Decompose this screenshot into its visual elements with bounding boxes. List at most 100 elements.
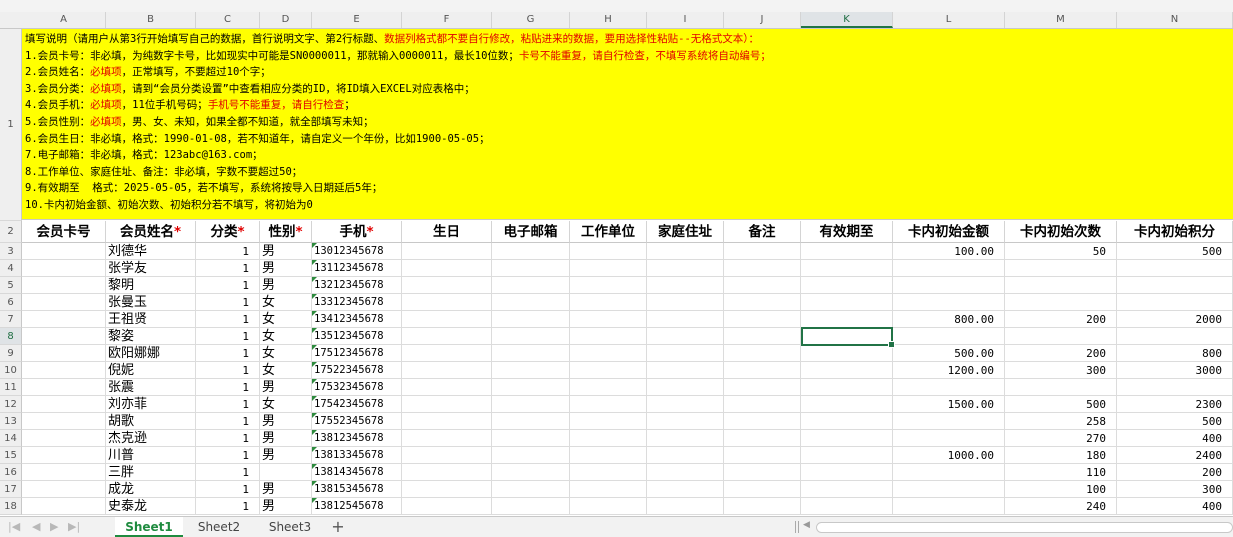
cell-init-amount[interactable]	[893, 464, 1005, 481]
cell-init-amount[interactable]: 1000.00	[893, 447, 1005, 464]
cell-category[interactable]: 1	[196, 481, 260, 498]
cell-j[interactable]	[724, 294, 801, 311]
cell-category[interactable]: 1	[196, 362, 260, 379]
header-remark[interactable]: 备注	[724, 221, 801, 243]
cell-init-points[interactable]	[1117, 328, 1233, 345]
row-header-2[interactable]: 2	[0, 221, 22, 243]
cell-init-points[interactable]: 3000	[1117, 362, 1233, 379]
cell-a[interactable]	[22, 481, 106, 498]
cell-k[interactable]	[801, 464, 893, 481]
cell-category[interactable]: 1	[196, 294, 260, 311]
row-header-6[interactable]: 6	[0, 294, 22, 311]
cell-name[interactable]: 成龙	[106, 481, 196, 498]
cell-init-points[interactable]: 800	[1117, 345, 1233, 362]
cell-phone[interactable]: 17522345678	[312, 362, 402, 379]
cell-init-points[interactable]	[1117, 294, 1233, 311]
cell-name[interactable]: 川普	[106, 447, 196, 464]
cell-g[interactable]	[492, 413, 570, 430]
row-header-13[interactable]: 13	[0, 413, 22, 430]
cell-g[interactable]	[492, 396, 570, 413]
cell-gender[interactable]: 女	[260, 362, 312, 379]
cell-phone[interactable]: 13212345678	[312, 277, 402, 294]
cell-gender[interactable]: 男	[260, 447, 312, 464]
cell-init-amount[interactable]	[893, 277, 1005, 294]
cell-k[interactable]	[801, 498, 893, 515]
cell-f[interactable]	[402, 328, 492, 345]
cell-j[interactable]	[724, 447, 801, 464]
header-category[interactable]: 分类*	[196, 221, 260, 243]
cell-i[interactable]	[647, 464, 724, 481]
column-header-h[interactable]: H	[570, 12, 647, 28]
cell-init-amount[interactable]	[893, 481, 1005, 498]
cell-phone[interactable]: 13812345678	[312, 430, 402, 447]
cell-init-count[interactable]	[1005, 260, 1117, 277]
cell-k[interactable]	[801, 277, 893, 294]
cell-init-points[interactable]: 400	[1117, 498, 1233, 515]
column-header-n[interactable]: N	[1117, 12, 1233, 28]
cell-h[interactable]	[570, 430, 647, 447]
last-sheet-icon[interactable]: ▶|	[68, 520, 80, 533]
cell-phone[interactable]: 13412345678	[312, 311, 402, 328]
cell-h[interactable]	[570, 362, 647, 379]
cell-h[interactable]	[570, 413, 647, 430]
cell-g[interactable]	[492, 328, 570, 345]
cell-k[interactable]	[801, 311, 893, 328]
cell-g[interactable]	[492, 362, 570, 379]
cell-f[interactable]	[402, 243, 492, 260]
cell-init-points[interactable]: 300	[1117, 481, 1233, 498]
cell-j[interactable]	[724, 328, 801, 345]
cell-init-count[interactable]: 500	[1005, 396, 1117, 413]
row-header-4[interactable]: 4	[0, 260, 22, 277]
cell-i[interactable]	[647, 243, 724, 260]
tab-sheet1[interactable]: Sheet1	[115, 517, 183, 537]
cell-name[interactable]: 张震	[106, 379, 196, 396]
cell-category[interactable]: 1	[196, 413, 260, 430]
cell-j[interactable]	[724, 277, 801, 294]
cell-init-points[interactable]: 500	[1117, 243, 1233, 260]
cell-init-count[interactable]: 110	[1005, 464, 1117, 481]
cell-a[interactable]	[22, 447, 106, 464]
cell-name[interactable]: 三胖	[106, 464, 196, 481]
cell-g[interactable]	[492, 345, 570, 362]
cell-init-count[interactable]: 270	[1005, 430, 1117, 447]
cell-phone[interactable]: 13012345678	[312, 243, 402, 260]
cell-init-count[interactable]: 180	[1005, 447, 1117, 464]
header-phone[interactable]: 手机*	[312, 221, 402, 243]
column-header-i[interactable]: I	[647, 12, 724, 28]
cell-gender[interactable]: 女	[260, 328, 312, 345]
cell-g[interactable]	[492, 294, 570, 311]
cell-name[interactable]: 黎姿	[106, 328, 196, 345]
cell-h[interactable]	[570, 277, 647, 294]
cell-category[interactable]: 1	[196, 498, 260, 515]
cell-f[interactable]	[402, 260, 492, 277]
horizontal-scrollbar[interactable]	[816, 522, 1233, 533]
cell-j[interactable]	[724, 396, 801, 413]
cell-phone[interactable]: 13813345678	[312, 447, 402, 464]
cell-init-amount[interactable]	[893, 413, 1005, 430]
cell-init-count[interactable]: 300	[1005, 362, 1117, 379]
cell-h[interactable]	[570, 294, 647, 311]
cell-f[interactable]	[402, 396, 492, 413]
cell-h[interactable]	[570, 396, 647, 413]
cell-i[interactable]	[647, 430, 724, 447]
row-header-5[interactable]: 5	[0, 277, 22, 294]
header-email[interactable]: 电子邮箱	[492, 221, 570, 243]
cell-gender[interactable]: 男	[260, 413, 312, 430]
cell-k[interactable]	[801, 362, 893, 379]
column-header-f[interactable]: F	[402, 12, 492, 28]
cell-i[interactable]	[647, 498, 724, 515]
cell-gender[interactable]: 男	[260, 430, 312, 447]
cell-k[interactable]	[801, 481, 893, 498]
cell-init-points[interactable]: 2300	[1117, 396, 1233, 413]
cell-name[interactable]: 刘德华	[106, 243, 196, 260]
cell-gender[interactable]: 女	[260, 311, 312, 328]
cell-phone[interactable]: 17552345678	[312, 413, 402, 430]
cell-k[interactable]	[801, 413, 893, 430]
cell-h[interactable]	[570, 464, 647, 481]
cell-phone[interactable]: 13512345678	[312, 328, 402, 345]
cell-gender[interactable]: 男	[260, 498, 312, 515]
cell-f[interactable]	[402, 413, 492, 430]
cell-f[interactable]	[402, 498, 492, 515]
cell-h[interactable]	[570, 481, 647, 498]
cell-category[interactable]: 1	[196, 379, 260, 396]
